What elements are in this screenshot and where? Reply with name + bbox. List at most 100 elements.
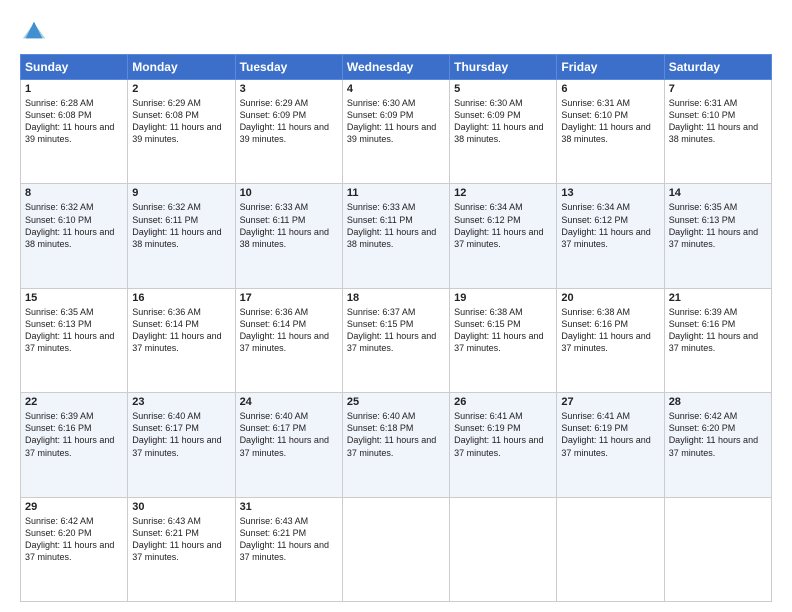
day-number: 5	[454, 83, 552, 95]
day-number: 10	[240, 187, 338, 199]
day-number: 18	[347, 292, 445, 304]
day-number: 13	[561, 187, 659, 199]
weekday-header-saturday: Saturday	[664, 55, 771, 80]
calendar-cell: 2 Sunrise: 6:29 AMSunset: 6:08 PMDaylight…	[128, 80, 235, 184]
calendar-cell: 4 Sunrise: 6:30 AMSunset: 6:09 PMDaylight…	[342, 80, 449, 184]
day-info: Sunrise: 6:40 AMSunset: 6:18 PMDaylight:…	[347, 410, 445, 459]
day-info: Sunrise: 6:33 AMSunset: 6:11 PMDaylight:…	[347, 201, 445, 250]
day-info: Sunrise: 6:41 AMSunset: 6:19 PMDaylight:…	[454, 410, 552, 459]
calendar-cell: 22 Sunrise: 6:39 AMSunset: 6:16 PMDayligh…	[21, 393, 128, 497]
day-number: 7	[669, 83, 767, 95]
calendar-cell	[664, 497, 771, 601]
day-info: Sunrise: 6:43 AMSunset: 6:21 PMDaylight:…	[240, 515, 338, 564]
calendar-cell: 9Sunrise: 6:32 AMSunset: 6:11 PMDaylight…	[128, 184, 235, 288]
weekday-header-thursday: Thursday	[450, 55, 557, 80]
day-info: Sunrise: 6:32 AMSunset: 6:11 PMDaylight:…	[132, 201, 230, 250]
day-info: Sunrise: 6:30 AMSunset: 6:09 PMDaylight:…	[347, 97, 445, 146]
day-info: Sunrise: 6:37 AMSunset: 6:15 PMDaylight:…	[347, 306, 445, 355]
calendar-week-3: 15Sunrise: 6:35 AMSunset: 6:13 PMDayligh…	[21, 288, 772, 392]
day-info: Sunrise: 6:38 AMSunset: 6:16 PMDaylight:…	[561, 306, 659, 355]
calendar-cell: 21 Sunrise: 6:39 AMSunset: 6:16 PMDayligh…	[664, 288, 771, 392]
day-number: 4	[347, 83, 445, 95]
day-info: Sunrise: 6:42 AMSunset: 6:20 PMDaylight:…	[669, 410, 767, 459]
day-info: Sunrise: 6:42 AMSunset: 6:20 PMDaylight:…	[25, 515, 123, 564]
day-info: Sunrise: 6:34 AMSunset: 6:12 PMDaylight:…	[561, 201, 659, 250]
calendar-table: SundayMondayTuesdayWednesdayThursdayFrid…	[20, 54, 772, 602]
calendar-cell: 8 Sunrise: 6:32 AMSunset: 6:10 PMDaylight…	[21, 184, 128, 288]
day-number: 16	[132, 292, 230, 304]
calendar-cell: 7 Sunrise: 6:31 AMSunset: 6:10 PMDaylight…	[664, 80, 771, 184]
day-info: Sunrise: 6:36 AMSunset: 6:14 PMDaylight:…	[240, 306, 338, 355]
calendar-cell: 31Sunrise: 6:43 AMSunset: 6:21 PMDayligh…	[235, 497, 342, 601]
weekday-header-sunday: Sunday	[21, 55, 128, 80]
day-number: 29	[25, 501, 123, 513]
day-info: Sunrise: 6:35 AMSunset: 6:13 PMDaylight:…	[669, 201, 767, 250]
day-info: Sunrise: 6:30 AMSunset: 6:09 PMDaylight:…	[454, 97, 552, 146]
calendar-header: SundayMondayTuesdayWednesdayThursdayFrid…	[21, 55, 772, 80]
calendar-cell: 30 Sunrise: 6:43 AMSunset: 6:21 PMDayligh…	[128, 497, 235, 601]
calendar-cell: 5 Sunrise: 6:30 AMSunset: 6:09 PMDaylight…	[450, 80, 557, 184]
day-info: Sunrise: 6:28 AMSunset: 6:08 PMDaylight:…	[25, 97, 123, 146]
calendar-body: 1 Sunrise: 6:28 AMSunset: 6:08 PMDaylight…	[21, 80, 772, 602]
calendar-cell: 11 Sunrise: 6:33 AMSunset: 6:11 PMDayligh…	[342, 184, 449, 288]
day-number: 12	[454, 187, 552, 199]
day-info: Sunrise: 6:36 AMSunset: 6:14 PMDaylight:…	[132, 306, 230, 355]
day-info: Sunrise: 6:32 AMSunset: 6:10 PMDaylight:…	[25, 201, 123, 250]
calendar-cell: 24 Sunrise: 6:40 AMSunset: 6:17 PMDayligh…	[235, 393, 342, 497]
calendar-cell: 29 Sunrise: 6:42 AMSunset: 6:20 PMDayligh…	[21, 497, 128, 601]
day-info: Sunrise: 6:40 AMSunset: 6:17 PMDaylight:…	[240, 410, 338, 459]
calendar-cell: 1 Sunrise: 6:28 AMSunset: 6:08 PMDaylight…	[21, 80, 128, 184]
day-number: 24	[240, 396, 338, 408]
day-number: 20	[561, 292, 659, 304]
calendar-week-2: 8 Sunrise: 6:32 AMSunset: 6:10 PMDaylight…	[21, 184, 772, 288]
day-info: Sunrise: 6:41 AMSunset: 6:19 PMDaylight:…	[561, 410, 659, 459]
day-number: 17	[240, 292, 338, 304]
day-info: Sunrise: 6:43 AMSunset: 6:21 PMDaylight:…	[132, 515, 230, 564]
day-info: Sunrise: 6:29 AMSunset: 6:09 PMDaylight:…	[240, 97, 338, 146]
day-number: 1	[25, 83, 123, 95]
day-number: 14	[669, 187, 767, 199]
calendar-cell: 18 Sunrise: 6:37 AMSunset: 6:15 PMDayligh…	[342, 288, 449, 392]
day-info: Sunrise: 6:29 AMSunset: 6:08 PMDaylight:…	[132, 97, 230, 146]
day-number: 27	[561, 396, 659, 408]
day-number: 2	[132, 83, 230, 95]
calendar-cell: 14 Sunrise: 6:35 AMSunset: 6:13 PMDayligh…	[664, 184, 771, 288]
day-info: Sunrise: 6:33 AMSunset: 6:11 PMDaylight:…	[240, 201, 338, 250]
day-number: 26	[454, 396, 552, 408]
weekday-header-tuesday: Tuesday	[235, 55, 342, 80]
day-number: 19	[454, 292, 552, 304]
calendar-cell: 6 Sunrise: 6:31 AMSunset: 6:10 PMDaylight…	[557, 80, 664, 184]
calendar-cell: 19 Sunrise: 6:38 AMSunset: 6:15 PMDayligh…	[450, 288, 557, 392]
calendar-cell: 20 Sunrise: 6:38 AMSunset: 6:16 PMDayligh…	[557, 288, 664, 392]
calendar-week-1: 1 Sunrise: 6:28 AMSunset: 6:08 PMDaylight…	[21, 80, 772, 184]
day-number: 30	[132, 501, 230, 513]
day-number: 22	[25, 396, 123, 408]
weekday-header-wednesday: Wednesday	[342, 55, 449, 80]
day-number: 11	[347, 187, 445, 199]
day-info: Sunrise: 6:39 AMSunset: 6:16 PMDaylight:…	[669, 306, 767, 355]
day-number: 3	[240, 83, 338, 95]
calendar-cell: 23Sunrise: 6:40 AMSunset: 6:17 PMDayligh…	[128, 393, 235, 497]
calendar-cell: 12Sunrise: 6:34 AMSunset: 6:12 PMDayligh…	[450, 184, 557, 288]
day-number: 6	[561, 83, 659, 95]
day-number: 25	[347, 396, 445, 408]
day-info: Sunrise: 6:31 AMSunset: 6:10 PMDaylight:…	[669, 97, 767, 146]
calendar-cell: 16 Sunrise: 6:36 AMSunset: 6:14 PMDayligh…	[128, 288, 235, 392]
calendar-cell: 10 Sunrise: 6:33 AMSunset: 6:11 PMDayligh…	[235, 184, 342, 288]
day-info: Sunrise: 6:40 AMSunset: 6:17 PMDaylight:…	[132, 410, 230, 459]
day-info: Sunrise: 6:35 AMSunset: 6:13 PMDaylight:…	[25, 306, 123, 355]
calendar-cell: 28 Sunrise: 6:42 AMSunset: 6:20 PMDayligh…	[664, 393, 771, 497]
weekday-header-friday: Friday	[557, 55, 664, 80]
day-info: Sunrise: 6:39 AMSunset: 6:16 PMDaylight:…	[25, 410, 123, 459]
day-info: Sunrise: 6:31 AMSunset: 6:10 PMDaylight:…	[561, 97, 659, 146]
calendar-cell: 27 Sunrise: 6:41 AMSunset: 6:19 PMDayligh…	[557, 393, 664, 497]
day-info: Sunrise: 6:38 AMSunset: 6:15 PMDaylight:…	[454, 306, 552, 355]
day-number: 21	[669, 292, 767, 304]
day-number: 8	[25, 187, 123, 199]
logo	[20, 16, 54, 44]
calendar-cell	[557, 497, 664, 601]
calendar-cell: 3 Sunrise: 6:29 AMSunset: 6:09 PMDaylight…	[235, 80, 342, 184]
day-number: 28	[669, 396, 767, 408]
weekday-row: SundayMondayTuesdayWednesdayThursdayFrid…	[21, 55, 772, 80]
calendar-cell	[450, 497, 557, 601]
